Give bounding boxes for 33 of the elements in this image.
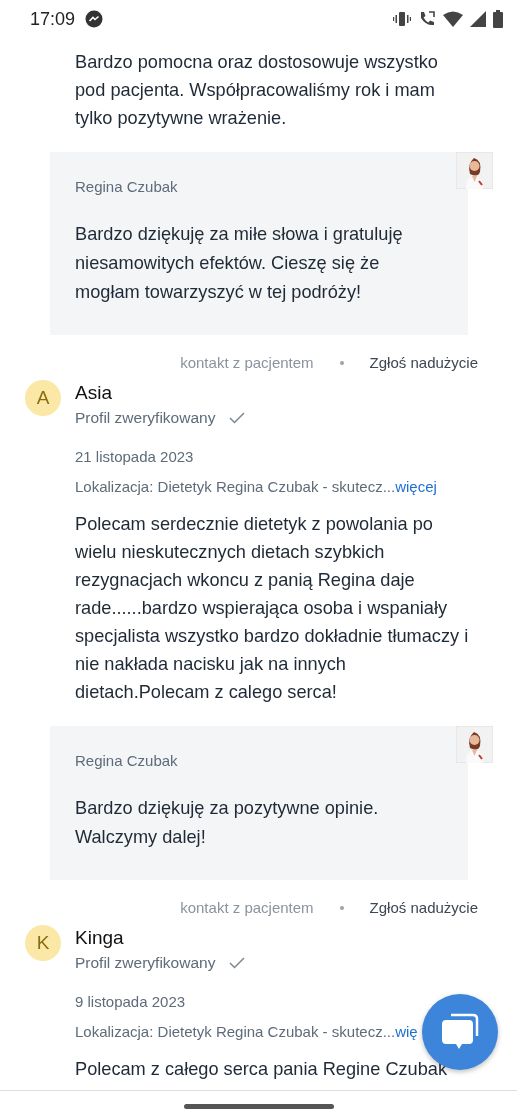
review-date: 9 listopada 2023 bbox=[75, 992, 187, 1012]
report-link[interactable]: Zgłoś nadużycie bbox=[369, 352, 478, 374]
location-text: Lokalizacja: Dietetyk Regina Czubak - skutecz... bbox=[75, 1023, 396, 1040]
wifi-icon bbox=[443, 11, 463, 27]
battery-icon bbox=[493, 10, 503, 28]
avatar: A bbox=[25, 380, 61, 416]
vibrate-icon bbox=[393, 11, 411, 27]
verified-label: Profil zweryfikowany bbox=[75, 953, 216, 973]
phone-icon bbox=[418, 10, 436, 28]
signal-icon bbox=[470, 11, 486, 27]
messenger-icon bbox=[85, 10, 104, 28]
reply-text: Bardzo dziękuję za pozytywne opinie. Walczymy dalej! bbox=[75, 797, 380, 849]
review-text: Polecam serdecznie dietetyk z powolania po wielu nieskutecznych dietach szybkich rezygnacjach wkoncu z panią Regina daje rade......bardzo wspierająca osoba i wspaniały specjalista wszystko bardzo dokładnie tłumaczy i nie nakłada nacisku jak na innych dietach.Polecam z calego serca! bbox=[74, 513, 470, 704]
reply-text: Bardzo dziękuję za miłe słowa i gratuluję niesamowitych efektów. Cieszę się że mogłam towarzyszyć w tej podróży! bbox=[75, 223, 404, 304]
clock-time: 17:09 bbox=[30, 8, 76, 30]
review-date: 21 listopada 2023 bbox=[75, 447, 195, 467]
verified-label: Profil zweryfikowany bbox=[75, 408, 216, 428]
avatar: K bbox=[25, 925, 61, 961]
more-link[interactable]: więcej bbox=[395, 478, 437, 495]
home-indicator[interactable] bbox=[183, 1103, 334, 1109]
more-link[interactable]: wię bbox=[395, 1023, 418, 1040]
separator-dot bbox=[339, 906, 344, 910]
contact-link[interactable]: kontakt z pacjentem bbox=[180, 897, 314, 919]
reviewer-name: Asia bbox=[75, 381, 113, 405]
contact-link[interactable]: kontakt z pacjentem bbox=[180, 352, 314, 374]
review-text: Polecam z całego serca pania Regine Czubak bbox=[74, 1058, 449, 1081]
report-link[interactable]: Zgłoś nadużycie bbox=[369, 897, 478, 919]
separator-dot bbox=[339, 361, 344, 365]
reply-author: Regina Czubak bbox=[75, 177, 179, 197]
location-text: Lokalizacja: Dietetyk Regina Czubak - skutecz... bbox=[75, 478, 396, 495]
reply-author: Regina Czubak bbox=[75, 751, 179, 771]
review-text: Bardzo pomocna oraz dostosowuje wszystko pod pacjenta. Współpracowaliśmy rok i mam tylko pozytywne wrażenie. bbox=[74, 51, 439, 130]
reviewer-name: Kinga bbox=[75, 926, 125, 950]
